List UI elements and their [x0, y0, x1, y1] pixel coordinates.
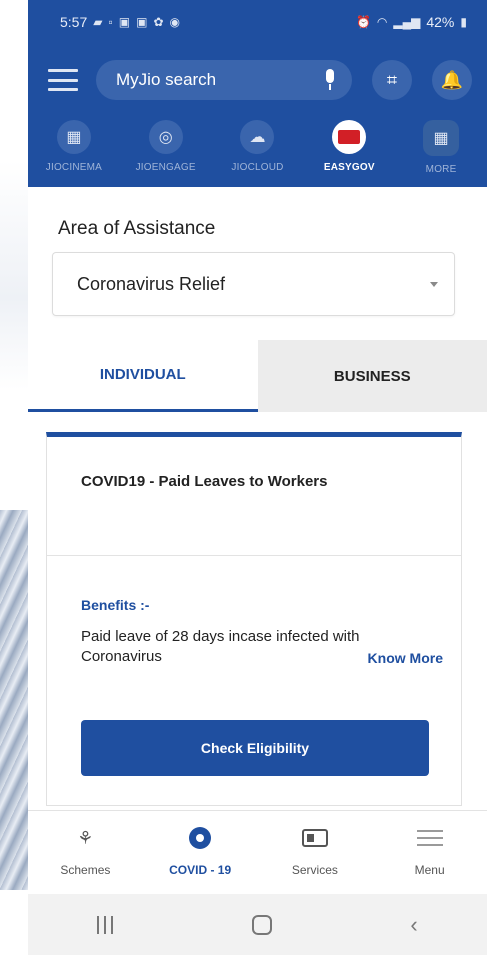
chevron-down-icon — [430, 281, 438, 287]
app-icon: ▣ — [118, 15, 131, 29]
message-icon: ▰ — [93, 15, 103, 29]
battery-icon: ▮ — [460, 15, 467, 29]
app-header: 5:57 ▰ ▫ ▣ ▣ ✿ ◉ ⏰ ◠ ▂▄▆ 42% ▮ MyJio sea… — [28, 0, 487, 187]
settings-icon: ✿ — [153, 15, 164, 29]
app-label: MORE — [425, 164, 457, 175]
status-bar: 5:57 ▰ ▫ ▣ ▣ ✿ ◉ ⏰ ◠ ▂▄▆ 42% ▮ — [28, 0, 487, 44]
app-jiocinema[interactable]: ▦ JIOCINEMA — [28, 114, 120, 173]
benefits-label: Benefits :- — [81, 597, 150, 613]
card-divider — [47, 555, 461, 556]
area-of-assistance-label: Area of Assistance — [58, 218, 216, 239]
app-label: JIOCLOUD — [231, 162, 284, 173]
tab-business[interactable]: BUSINESS — [257, 340, 487, 412]
signal-icon: ▂▄▆ — [393, 15, 421, 29]
app-label: JIOCINEMA — [45, 162, 103, 173]
nav-label: Schemes — [60, 863, 111, 877]
hamburger-menu-icon[interactable] — [48, 69, 78, 91]
home-icon[interactable] — [251, 914, 272, 935]
wifi-icon: ◠ — [376, 15, 388, 29]
bell-icon: 🔔 — [440, 69, 464, 90]
app-strip: ▦ JIOCINEMA ◎ JIOENGAGE ☁ JIOCLOUD EASYG… — [28, 114, 487, 187]
mic-icon[interactable] — [322, 69, 338, 91]
search-placeholder: MyJio search — [116, 70, 217, 89]
status-time: 5:57 — [60, 14, 88, 30]
scan-button[interactable]: ⌗ — [372, 60, 412, 100]
battery-level: 42% — [426, 14, 455, 30]
cloud-icon: ☁ — [240, 120, 275, 154]
status-left: 5:57 ▰ ▫ ▣ ▣ ✿ ◉ — [60, 14, 180, 30]
easygov-icon — [332, 120, 367, 154]
wallpaper-highlight — [0, 160, 30, 390]
nav-services[interactable]: Services — [258, 811, 373, 894]
grid-icon: ▦ — [423, 120, 460, 156]
status-right: ⏰ ◠ ▂▄▆ 42% ▮ — [356, 14, 467, 30]
notifications-button[interactable]: 🔔 — [432, 60, 472, 100]
app-label: EASYGOV — [323, 162, 375, 173]
app-jiocloud[interactable]: ☁ JIOCLOUD — [212, 114, 304, 173]
notification-icon: ▫ — [108, 15, 113, 29]
schemes-icon: ⚘ — [77, 827, 94, 848]
engage-icon: ◎ — [148, 120, 183, 154]
clapper-icon: ▦ — [56, 120, 91, 154]
check-eligibility-button[interactable]: Check Eligibility — [81, 720, 429, 776]
phone-screen: 5:57 ▰ ▫ ▣ ▣ ✿ ◉ ⏰ ◠ ▂▄▆ 42% ▮ MyJio sea… — [28, 0, 487, 955]
virus-icon — [189, 827, 212, 849]
location-icon: ◉ — [169, 15, 180, 29]
nav-label: COVID - 19 — [169, 863, 232, 877]
back-icon[interactable]: ‹ — [410, 912, 417, 938]
system-navigation-bar: ‹ — [28, 894, 487, 955]
area-selected-value: Coronavirus Relief — [77, 273, 226, 294]
scan-icon: ⌗ — [386, 69, 398, 90]
know-more-link[interactable]: Know More — [368, 650, 443, 666]
recent-apps-icon[interactable] — [97, 915, 114, 934]
nav-label: Menu — [414, 863, 445, 877]
tab-individual[interactable]: INDIVIDUAL — [28, 340, 258, 412]
nav-menu[interactable]: Menu — [372, 811, 487, 894]
nav-label: Services — [291, 863, 338, 877]
menu-icon — [416, 830, 443, 846]
app-icon: ▣ — [136, 15, 148, 29]
area-of-assistance-select[interactable]: Coronavirus Relief — [52, 252, 455, 316]
alarm-icon: ⏰ — [355, 15, 371, 29]
search-row: MyJio search ⌗ 🔔 — [28, 56, 487, 104]
tab-bar: INDIVIDUAL BUSINESS — [28, 340, 487, 412]
app-label: JIOENGAGE — [135, 162, 196, 173]
scheme-title: COVID19 - Paid Leaves to Workers — [81, 473, 328, 490]
id-card-icon — [301, 829, 328, 847]
app-jioengage[interactable]: ◎ JIOENGAGE — [120, 114, 212, 173]
nav-covid-19[interactable]: COVID - 19 — [143, 811, 258, 894]
search-input[interactable]: MyJio search — [96, 60, 352, 100]
app-easygov[interactable]: EASYGOV — [303, 114, 395, 173]
scheme-card: COVID19 - Paid Leaves to Workers Benefit… — [46, 432, 462, 806]
bottom-navigation: ⚘ Schemes COVID - 19 Services Menu — [28, 810, 487, 894]
app-more[interactable]: ▦ MORE — [395, 114, 487, 175]
nav-schemes[interactable]: ⚘ Schemes — [28, 811, 143, 894]
